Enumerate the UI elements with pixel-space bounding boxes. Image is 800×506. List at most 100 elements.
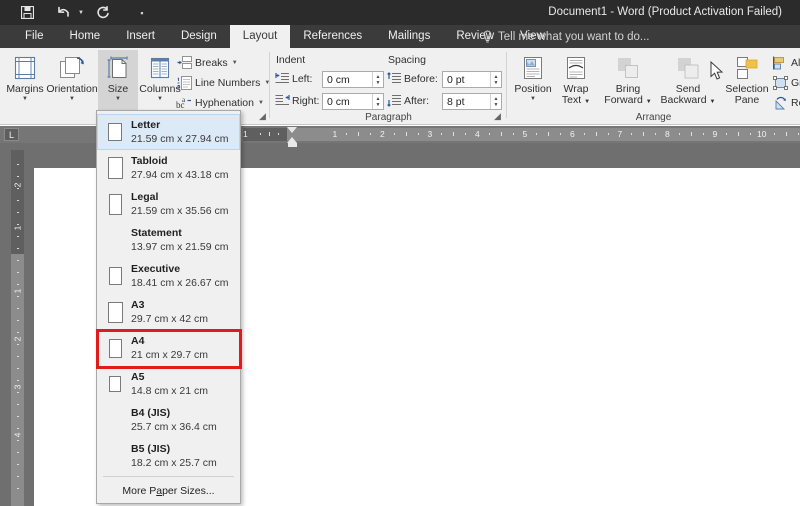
paper-size-dimensions: 21.59 cm x 35.56 cm <box>131 205 229 217</box>
selection-pane-button[interactable]: Selection Pane <box>719 50 775 112</box>
indent-right-input[interactable]: 0 cm ▲ ▼ <box>322 93 384 110</box>
ruler-tick <box>726 133 728 135</box>
ruler-tick-label: 8 <box>665 129 670 139</box>
margins-button[interactable]: Margins ▼ <box>2 50 48 112</box>
ruler-tick-label: 10 <box>757 129 767 139</box>
paragraph-dialog-launcher[interactable]: ◢ <box>492 111 503 122</box>
tab-insert[interactable]: Insert <box>113 25 168 48</box>
left-indent-marker[interactable] <box>288 143 297 147</box>
line-numbers-button[interactable]: Line Numbers ▼ <box>176 73 270 92</box>
paper-size-dropdown-menu[interactable]: Letter 21.59 cm x 27.94 cm Tabloid 27.94 cm… <box>96 110 241 504</box>
tab-stop-selector[interactable]: L <box>4 128 19 141</box>
paper-size-item-statement[interactable]: Statement 13.97 cm x 21.59 cm <box>97 222 240 258</box>
orientation-caret[interactable]: ▼ <box>69 96 75 103</box>
ruler-tick <box>278 133 279 135</box>
indent-left-stepper[interactable]: ▲ ▼ <box>372 72 383 87</box>
wrap-text-icon <box>564 53 588 83</box>
paper-size-text: Letter 21.59 cm x 27.94 cm <box>129 118 228 146</box>
bring-forward-button[interactable]: Bring Forward ▼ <box>599 50 657 112</box>
vertical-ruler[interactable]: 211234 <box>11 150 24 506</box>
title-bar: ▼ ▪ Document1 - Word (Product Activation… <box>0 0 800 25</box>
vruler-tick <box>17 224 19 225</box>
first-line-indent-marker[interactable] <box>287 127 297 133</box>
paper-size-item-legal[interactable]: Legal 21.59 cm x 35.56 cm <box>97 186 240 222</box>
spacing-after-label: After: <box>404 95 430 107</box>
bring-forward-label: Bring Forward ▼ <box>604 83 652 106</box>
ruler-tick <box>690 132 692 136</box>
ruler-tick <box>536 133 538 135</box>
paper-size-item-executive[interactable]: Executive 18.41 cm x 26.67 cm <box>97 258 240 294</box>
undo-dropdown-caret[interactable]: ▼ <box>76 0 86 25</box>
tab-file[interactable]: File <box>12 25 57 48</box>
paper-size-item-a5[interactable]: A5 14.8 cm x 21 cm <box>97 366 240 402</box>
size-caret[interactable]: ▼ <box>115 96 121 103</box>
margins-caret[interactable]: ▼ <box>22 96 28 103</box>
ruler-tick <box>678 133 680 135</box>
indent-left-label: Left: <box>292 73 313 85</box>
ruler-tick <box>583 133 585 135</box>
paper-size-list: Letter 21.59 cm x 27.94 cm Tabloid 27.94 cm… <box>97 114 240 474</box>
ruler-tick-label: 4 <box>475 129 480 139</box>
hyphenation-caret[interactable]: ▼ <box>258 100 264 106</box>
orientation-button[interactable]: Orientation ▼ <box>46 50 98 112</box>
vruler-tick <box>17 320 19 321</box>
columns-caret[interactable]: ▼ <box>157 96 163 103</box>
tab-design[interactable]: Design <box>168 25 230 48</box>
size-button[interactable]: Size ▼ <box>98 50 138 112</box>
ruler-tick <box>269 132 270 136</box>
paper-size-dimensions: 27.94 cm x 43.18 cm <box>131 169 229 181</box>
paper-size-item-a4[interactable]: A4 21 cm x 29.7 cm <box>97 330 240 366</box>
vruler-tick <box>17 272 19 273</box>
send-backward-button[interactable]: Send Backward ▼ <box>657 50 719 112</box>
ruler-tick <box>346 133 348 135</box>
wrap-text-button[interactable]: Wrap Text ▼ <box>555 50 597 112</box>
undo-icon[interactable] <box>50 0 76 25</box>
paper-size-text: A5 14.8 cm x 21 cm <box>129 370 208 398</box>
spacing-after-stepper[interactable]: ▲ ▼ <box>490 94 501 109</box>
tab-mailings[interactable]: Mailings <box>375 25 443 48</box>
paper-size-item-b5-jis[interactable]: B5 (JIS) 18.2 cm x 25.7 cm <box>97 438 240 474</box>
indent-right-stepper[interactable]: ▲ ▼ <box>372 94 383 109</box>
paper-sheet-icon <box>101 157 129 179</box>
indent-left-value: 0 cm <box>327 73 350 86</box>
ruler-tick <box>465 133 467 135</box>
ruler-tick <box>393 133 395 135</box>
ruler-tick <box>607 133 609 135</box>
ruler-tick <box>370 133 372 135</box>
customize-quick-access-icon[interactable]: ▪ <box>132 0 152 25</box>
tab-layout[interactable]: Layout <box>229 25 291 48</box>
group-button[interactable]: Group ▼ <box>772 73 800 92</box>
redo-icon[interactable] <box>90 0 116 25</box>
spacing-before-stepper[interactable]: ▲ ▼ <box>490 72 501 87</box>
paper-size-item-tabloid[interactable]: Tabloid 27.94 cm x 43.18 cm <box>97 150 240 186</box>
size-label: Size <box>107 83 129 95</box>
position-button[interactable]: Position ▼ <box>511 50 555 112</box>
spacing-after-input[interactable]: 8 pt ▲ ▼ <box>442 93 502 110</box>
paper-size-item-b4-jis[interactable]: B4 (JIS) 25.7 cm x 36.4 cm <box>97 402 240 438</box>
ruler-tick <box>488 133 490 135</box>
align-button[interactable]: Align ▼ <box>772 53 800 72</box>
page-setup-dialog-launcher[interactable]: ◢ <box>257 111 268 122</box>
tab-references[interactable]: References <box>290 25 375 48</box>
ruler-tick <box>453 132 455 136</box>
breaks-caret[interactable]: ▼ <box>232 60 238 66</box>
tell-me-box[interactable]: Tell me what you want to do... <box>482 25 650 48</box>
indent-left-input[interactable]: 0 cm ▲ ▼ <box>322 71 384 88</box>
more-paper-sizes-item[interactable]: More Pa per Sizes... <box>97 479 240 503</box>
position-caret[interactable]: ▼ <box>530 96 536 103</box>
spacing-before-label: Before: <box>404 73 438 85</box>
columns-icon <box>148 53 172 83</box>
ruler-tick <box>738 132 740 136</box>
horizontal-ruler-track: 11234567891011 <box>243 126 800 143</box>
paper-size-item-letter[interactable]: Letter 21.59 cm x 27.94 cm <box>97 114 240 150</box>
save-icon[interactable] <box>14 0 40 25</box>
paper-size-item-a3[interactable]: A3 29.7 cm x 42 cm <box>97 294 240 330</box>
ruler-tick <box>750 133 752 135</box>
ruler-tick <box>773 133 775 135</box>
spacing-before-input[interactable]: 0 pt ▲ ▼ <box>442 71 502 88</box>
paper-size-name: A3 <box>131 299 145 311</box>
selection-pane-label: Selection Pane <box>725 83 769 106</box>
rotate-button[interactable]: Rotate ▼ <box>772 93 800 112</box>
breaks-button[interactable]: Breaks ▼ <box>176 53 238 72</box>
tab-home[interactable]: Home <box>57 25 114 48</box>
